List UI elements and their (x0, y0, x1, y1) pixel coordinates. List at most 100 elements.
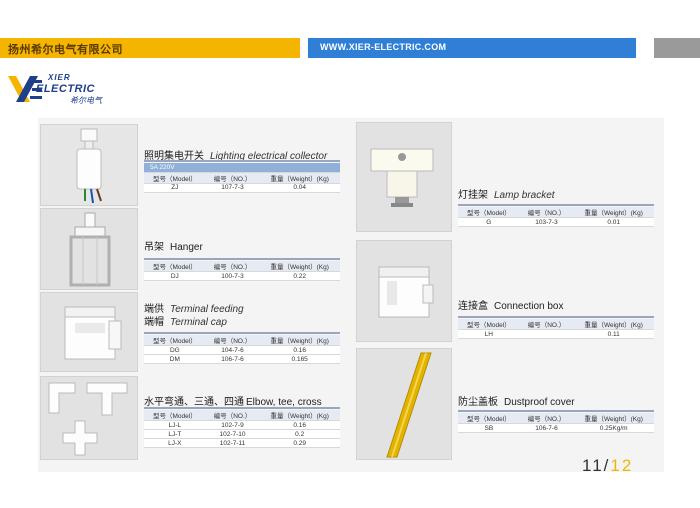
table-header: 编号（NO.） (519, 319, 574, 330)
table-header: 重量（Weight）(Kg) (259, 410, 340, 421)
table-cell: 106-7-6 (205, 354, 260, 364)
table-cell: 0.16 (259, 345, 340, 355)
table-header: 型号（Model） (144, 410, 206, 421)
table-header: 重量（Weight）(Kg) (259, 335, 340, 346)
page-total: 12 (610, 456, 634, 475)
table-header: 重量（Weight）(Kg) (259, 261, 340, 272)
table-header: 型号（Model） (144, 261, 206, 272)
logo-text-electric: ELECTRIC (36, 83, 95, 95)
page-current: 11 (582, 456, 604, 475)
collector-photo (40, 124, 138, 206)
table-header: 编号（NO.） (205, 261, 260, 272)
table-row: LJ-X 102-7-11 0.29 (144, 438, 340, 448)
lamp-title-en: Lamp bracket (494, 190, 555, 201)
box-rule (458, 316, 654, 318)
table-header: 型号（Model） (458, 319, 520, 330)
table-cell: 102-7-9 (205, 420, 260, 430)
lamp-rule (458, 204, 654, 206)
hanger-title-cn: 吊架 (144, 242, 164, 253)
table-cell: LJ-X (144, 438, 206, 448)
elbow-rule (144, 407, 340, 409)
table-row: SB 106-7-6 0.25Kg/m (458, 423, 654, 433)
table-cell: 103-7-3 (519, 217, 574, 227)
table-header: 型号（Model） (144, 335, 206, 346)
hanger-title-en: Hanger (170, 242, 203, 253)
table-cell: 107-7-3 (205, 183, 260, 193)
company-name: 扬州希尔电气有限公司 (8, 44, 123, 56)
table-cell: DJ (144, 271, 206, 281)
table-row: LJ-L 102-7-9 0.16 (144, 420, 340, 430)
table-cell: G (458, 217, 520, 227)
table-header: 重量（Weight）(Kg) (573, 413, 654, 424)
cover-rule (458, 410, 654, 412)
connection-box-photo (356, 240, 452, 342)
collector-spec-table: 5A 220V 型号（Model） 编号（NO.） 重量（Weight）(Kg)… (144, 163, 340, 193)
table-header: 编号（NO.） (205, 335, 260, 346)
terminal-cap-en: Terminal cap (170, 317, 227, 328)
hanger-photo (40, 208, 138, 290)
box-title-en: Connection box (494, 301, 564, 312)
table-header: 型号（Model） (144, 172, 206, 184)
lamp-bracket-photo (356, 122, 452, 232)
logo-text-xier: XIER (48, 73, 71, 82)
table-row: ZJ 107-7-3 0.04 (144, 183, 340, 193)
table-cell: 0.25Kg/m (573, 423, 654, 433)
table-cell: 0.165 (259, 354, 340, 364)
page-number: 11/12 (582, 456, 633, 476)
table-cell: 0.01 (573, 217, 654, 227)
terminal-cap-cn: 端帽 (144, 317, 164, 328)
company-logo: XIER ELECTRIC 希尔电气 (8, 72, 108, 106)
table-cell: 0.11 (573, 329, 654, 339)
table-cell: LH (458, 329, 520, 339)
elbow-spec-table: 型号（Model） 编号（NO.） 重量（Weight）(Kg) LJ-L 10… (144, 410, 340, 448)
cover-title-cn: 防尘盖板 (458, 397, 498, 408)
table-row: G 103-7-3 0.01 (458, 217, 654, 227)
gray-block (654, 38, 700, 58)
table-header: 编号（NO.） (205, 410, 260, 421)
table-cell: LJ-L (144, 420, 206, 430)
terminal-rule (144, 332, 340, 334)
company-banner: 扬州希尔电气有限公司 (0, 38, 300, 58)
table-cell: 0.16 (259, 420, 340, 430)
table-cell: 106-7-6 (519, 423, 574, 433)
table-row: LH 0.11 (458, 329, 654, 339)
table-cell: 0.2 (259, 429, 340, 439)
dustproof-cover-photo (356, 348, 452, 460)
table-header: 编号（NO.） (205, 172, 260, 184)
table-header: 重量（Weight）(Kg) (259, 172, 340, 184)
table-row: DG 104-7-6 0.16 (144, 345, 340, 355)
logo-text-chinese: 希尔电气 (70, 96, 102, 105)
elbow-photo (40, 376, 138, 460)
table-cell: 104-7-6 (205, 345, 260, 355)
website-banner: WWW.XIER-ELECTRIC.COM (308, 38, 636, 58)
cover-title-en: Dustproof cover (504, 397, 575, 408)
table-header: 编号（NO.） (519, 207, 574, 218)
hanger-spec-table: 型号（Model） 编号（NO.） 重量（Weight）(Kg) DJ 100-… (144, 261, 340, 281)
box-title-cn: 连接盒 (458, 301, 488, 312)
table-cell: 0.22 (259, 271, 340, 281)
lamp-title-cn: 灯挂架 (458, 190, 488, 201)
table-header: 重量（Weight）(Kg) (573, 207, 654, 218)
terminal-photo (40, 292, 138, 372)
table-cell: ZJ (144, 183, 206, 193)
table-header: 编号（NO.） (519, 413, 574, 424)
table-cell: 0.29 (259, 438, 340, 448)
terminal-spec-table: 型号（Model） 编号（NO.） 重量（Weight）(Kg) DG 104-… (144, 335, 340, 364)
collector-rule (144, 160, 340, 162)
box-spec-table: 型号（Model） 编号（NO.） 重量（Weight）(Kg) LH 0.11 (458, 319, 654, 339)
table-cell: SB (458, 423, 520, 433)
table-cell (519, 329, 574, 339)
table-cell: 100-7-3 (205, 271, 260, 281)
table-cell: LJ-T (144, 429, 206, 439)
collector-rating: 5A 220V (144, 163, 340, 173)
cover-spec-table: 型号（Model） 编号（NO.） 重量（Weight）(Kg) SB 106-… (458, 413, 654, 433)
table-cell: 0.04 (259, 183, 340, 193)
website-link[interactable]: WWW.XIER-ELECTRIC.COM (320, 42, 446, 52)
table-row: DJ 100-7-3 0.22 (144, 271, 340, 281)
lamp-spec-table: 型号（Model） 编号（NO.） 重量（Weight）(Kg) G 103-7… (458, 207, 654, 227)
table-cell: 102-7-10 (205, 429, 260, 439)
table-row: LJ-T 102-7-10 0.2 (144, 429, 340, 439)
table-header: 重量（Weight）(Kg) (573, 319, 654, 330)
table-cell: DG (144, 345, 206, 355)
table-header: 型号（Model） (458, 207, 520, 218)
